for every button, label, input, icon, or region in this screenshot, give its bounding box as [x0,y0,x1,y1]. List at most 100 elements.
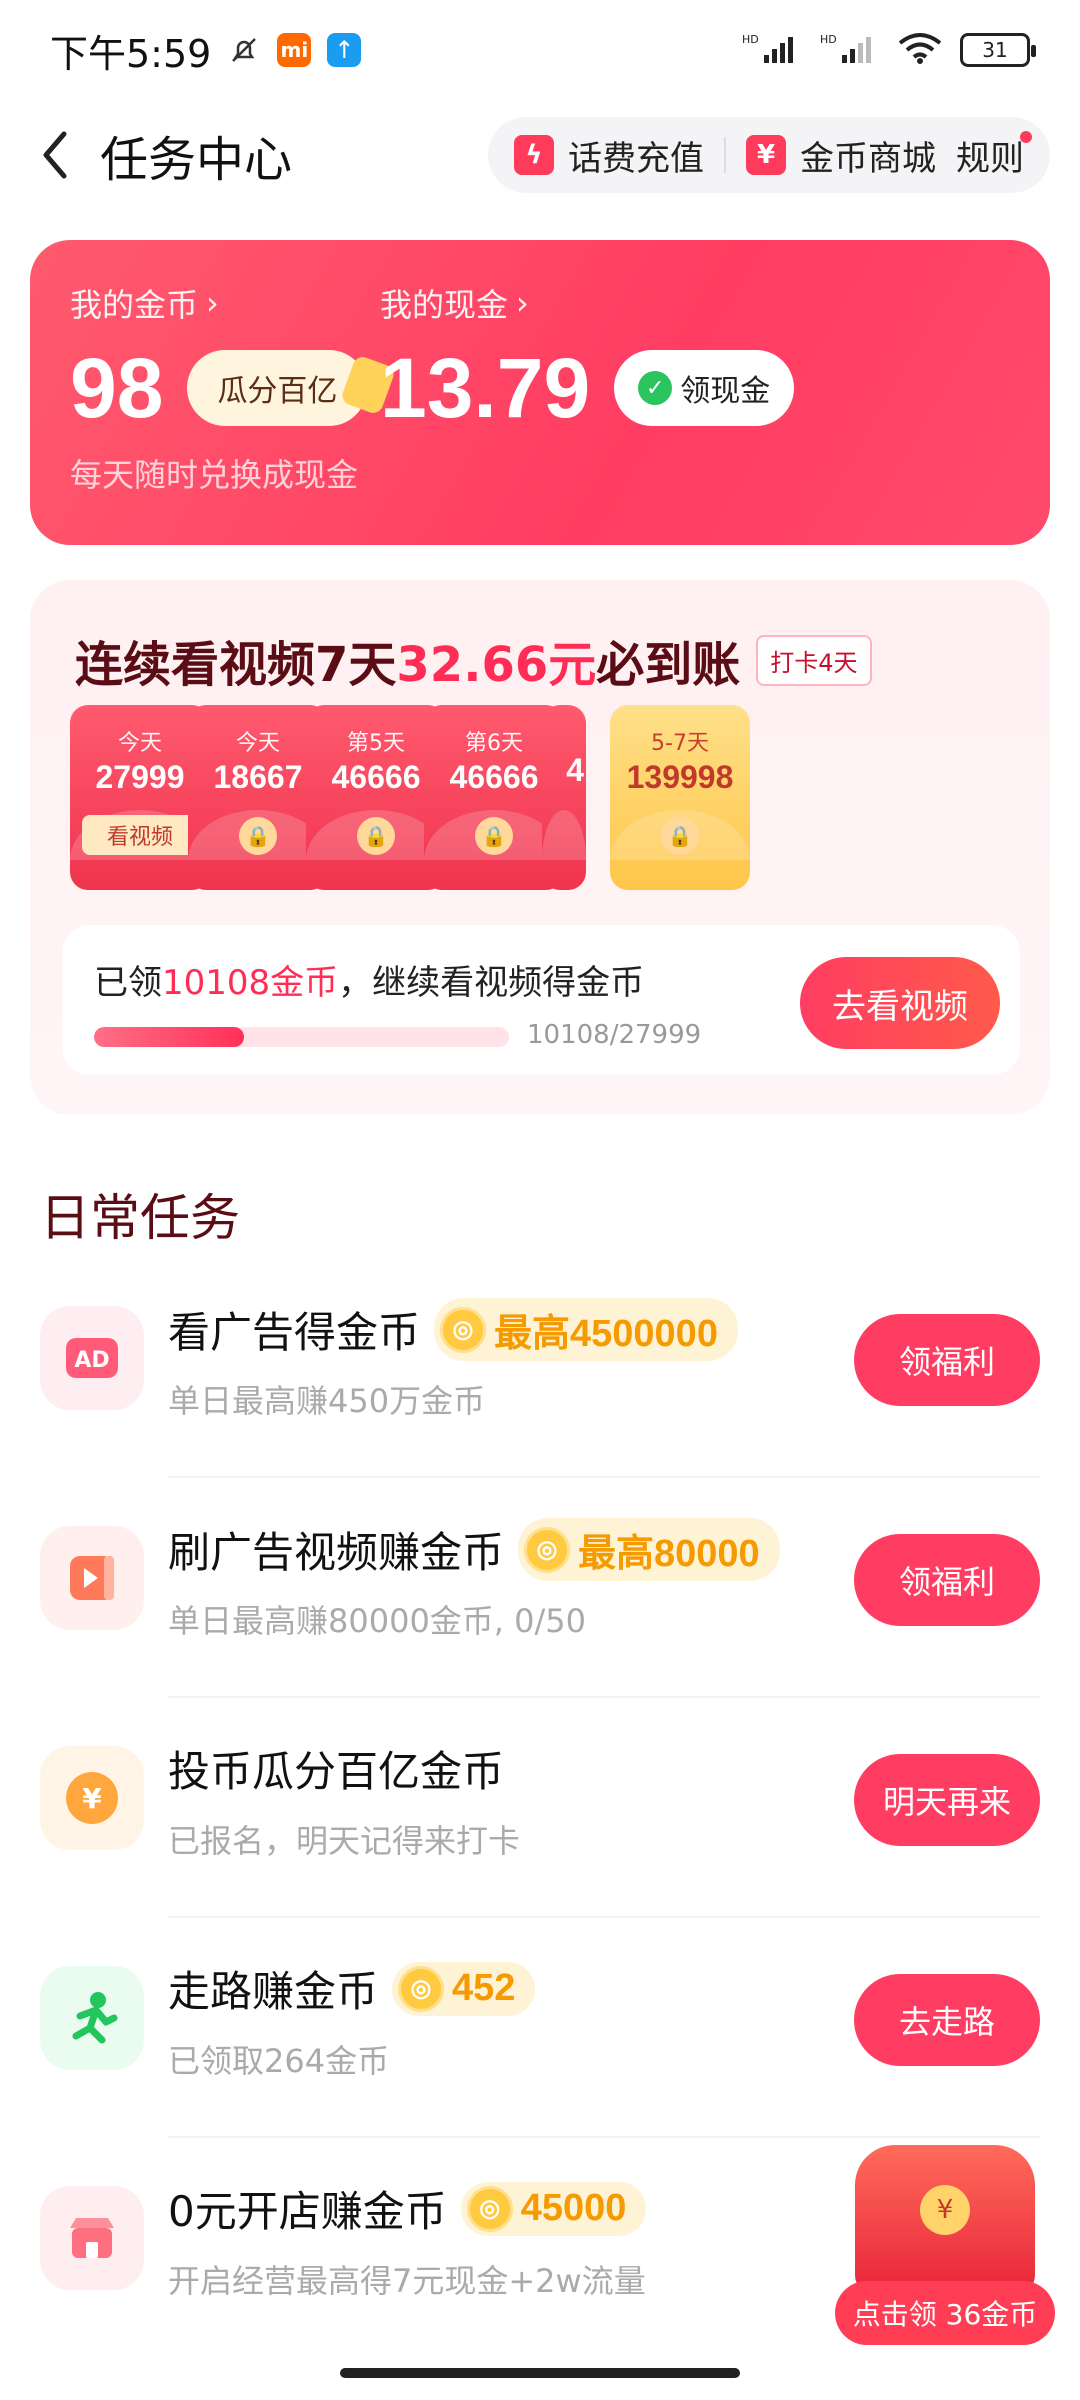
rules-link[interactable]: 规则 [956,131,1024,180]
running-person-icon [40,1966,144,2070]
task-name: 看广告得金币 [168,1308,421,1357]
progress-amount: 10108金币 [162,963,339,1003]
coins-subtitle: 每天随时兑换成现金 [70,456,359,494]
yuan-coin-icon: ¥ [40,1746,144,1850]
chevron-right-icon: › [206,284,219,322]
shop-icon [40,2186,144,2290]
red-envelope-partial[interactable]: 4 [542,705,586,890]
task-title-row: 0元开店赚金币 ◎ 45000 [168,2178,647,2239]
svg-text:AD: AD [74,1348,109,1373]
coins-value: 98 [70,341,164,435]
task-name: 投币瓜分百亿金币 [168,1747,505,1796]
upload-icon: ↑ [327,33,362,67]
streak-headline: 连续看视频7天32.66元必到账 [75,625,740,695]
battery-icon: 31 [960,33,1036,67]
page-title: 任务中心 [100,132,293,188]
task-subtitle: 单日最高赚450万金币 [168,1382,486,1420]
envelope-day [542,725,586,750]
mi-app-icon: mi [277,33,312,67]
recharge-link[interactable]: ϟ 话费充值 [514,131,704,180]
signal-hd-icon: HD [742,31,802,69]
streak-title-a: 连续看视频7天 [75,637,397,693]
floating-reward[interactable]: ¥ 点击领 36金币 [835,2145,1055,2355]
coin-icon: ◎ [524,1526,571,1573]
gold-envelope[interactable]: 5-7天 139998 🔒 [610,705,750,890]
task-title-row: 看广告得金币 ◎ 最高4500000 [168,1298,738,1361]
task-name: 刷广告视频赚金币 [168,1528,505,1577]
checkin-tag: 打卡4天 [756,634,872,686]
watch-video-tag: 看视频 [82,815,198,855]
home-indicator[interactable] [340,2368,740,2378]
coins-section: 我的金币 › 98 瓜分百亿 每天随时兑换成现金 [70,280,368,496]
task-subtitle: 开启经营最高得7元现金+2w流量 [168,2262,646,2300]
progress-suffix: ，继续看视频得金币 [338,963,645,1003]
chevron-right-icon: › [516,284,529,322]
wifi-icon [898,31,942,69]
progress-count: 10108/27999 [527,1020,702,1050]
rules-label: 规则 [956,138,1024,179]
withdraw-cash-button[interactable]: ✓ 领现金 [614,350,795,426]
reward-amount: 最高80000 [578,1533,760,1575]
claim-benefit-button[interactable]: 领福利 [854,1314,1040,1406]
reward-badge: ◎ 45000 [460,2181,647,2236]
task-title-row: 投币瓜分百亿金币 [168,1738,504,1799]
svg-text:¥: ¥ [82,1782,102,1815]
signal-hd-icon-2: HD [820,31,880,69]
claim-coins-label[interactable]: 点击领 36金币 [835,2281,1055,2345]
task-title-row: 走路赚金币 ◎ 452 [168,1958,536,2019]
video-icon [40,1526,144,1630]
cash-value: 13.79 [380,341,591,435]
go-walk-button[interactable]: 去走路 [854,1974,1040,2066]
envelope-row[interactable]: 今天 27999 看视频 今天 18667 🔒 第5天 46666 🔒 第6天 … [70,705,1050,890]
task-item: AD 看广告得金币 ◎ 最高4500000 单日最高赚450万金币 领福利 [40,1258,1040,1478]
reward-amount: 452 [452,1967,516,2009]
streak-title: 连续看视频7天32.66元必到账 打卡4天 [75,625,872,695]
task-item: 走路赚金币 ◎ 452 已领取264金币 去走路 [40,1918,1040,2138]
my-coins-link[interactable]: 我的金币 › [70,280,367,326]
progress-text: 已领10108金币，继续看视频得金币 [94,955,644,1004]
claim-benefit-button[interactable]: 领福利 [854,1534,1040,1626]
progress-fill [94,1027,244,1047]
reward-amount: 最高4500000 [494,1313,718,1355]
my-cash-link[interactable]: 我的现金 › [380,280,794,326]
envelope-day: 5-7天 [651,731,709,756]
svg-text:HD: HD [820,33,837,46]
lock-icon: 🔒 [357,817,395,855]
coin-icon: ◎ [398,1965,445,2012]
svg-text:HD: HD [742,33,759,46]
battery-level: 31 [982,38,1008,62]
header: 任务中心 ϟ 话费充值 ¥ 金币商城 规则 [0,105,1080,205]
progress-prefix: 已领 [94,963,162,1003]
task-subtitle: 单日最高赚80000金币, 0/50 [168,1602,587,1640]
my-cash-label: 我的现金 [380,286,509,324]
come-back-tomorrow-button[interactable]: 明天再来 [854,1754,1040,1846]
daily-tasks-title: 日常任务 [40,1189,240,1247]
task-item: 刷广告视频赚金币 ◎ 最高80000 单日最高赚80000金币, 0/50 领福利 [40,1478,1040,1698]
wechat-icon: ✓ [638,371,673,405]
coin-icon: ◎ [466,2185,513,2232]
lock-icon: 🔒 [661,817,699,855]
task-subtitle: 已报名，明天记得来打卡 [168,1822,521,1860]
my-coins-label: 我的金币 [70,286,199,324]
task-subtitle: 已领取264金币 [168,2042,390,2080]
task-name: 走路赚金币 [168,1967,379,2016]
coin-mall-link[interactable]: ¥ 金币商城 [746,131,936,180]
lightning-icon: ϟ [514,135,554,175]
status-time: 下午5:59 [50,31,212,76]
envelope-flap [542,810,586,860]
task-title-row: 刷广告视频赚金币 ◎ 最高80000 [168,1518,780,1581]
watch-video-button[interactable]: 去看视频 [800,957,1000,1049]
coin-icon: ¥ [920,2185,970,2235]
ad-icon: AD [40,1306,144,1410]
envelope-amount: 139998 [626,759,734,795]
back-arrow-icon[interactable] [30,125,80,185]
ticket-icon: ¥ [746,135,786,175]
reward-badge: ◎ 最高80000 [518,1518,780,1581]
cash-section: 我的现金 › 13.79 ✓ 领现金 [380,280,795,435]
withdraw-label: 领现金 [680,374,771,409]
share-billion-button[interactable]: 瓜分百亿 [187,350,368,426]
lock-icon: 🔒 [475,817,513,855]
streak-title-b: 必到账 [596,637,741,693]
envelope-amount: 4 [566,752,584,788]
wallet-card: 我的金币 › 98 瓜分百亿 每天随时兑换成现金 我的现金 › 13.79 ✓ … [30,240,1050,545]
